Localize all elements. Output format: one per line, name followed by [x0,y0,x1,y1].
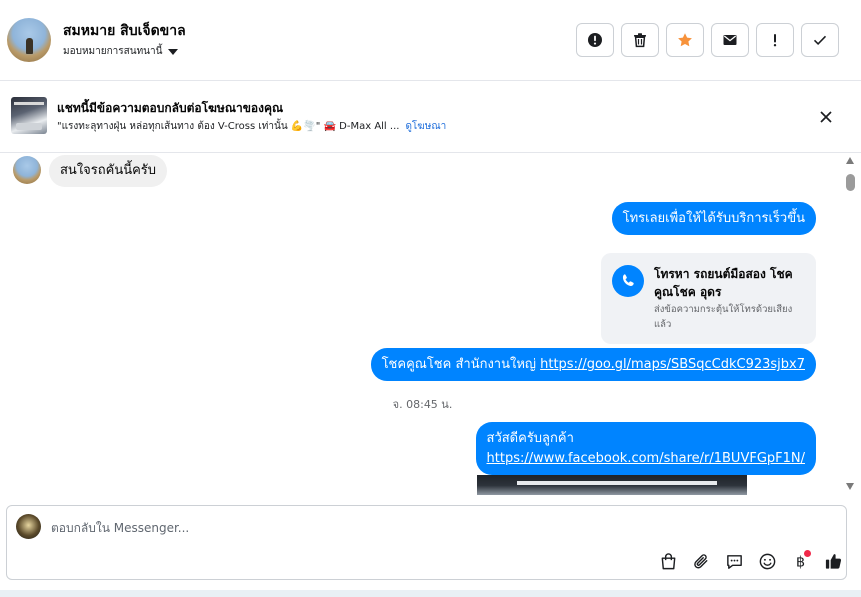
thread-scrollbar[interactable] [845,153,856,495]
incoming-message[interactable]: สนใจรถคันนี้ครับ [49,155,168,187]
greeting-text: สวัสดีครับลูกค้า [486,431,574,446]
call-card-title: โทรหา รถยนต์มือสอง โชคคูณโชค อุดร [654,267,793,299]
conversation-panel: สมหมาย สิบเจ็ดขาล มอบหมายการสนทนานี้ แชท… [0,0,861,597]
header-actions [576,23,839,57]
mark-done-button[interactable] [801,23,839,57]
mark-unread-button[interactable] [711,23,749,57]
payment-button[interactable]: ฿ [788,549,813,573]
star-button[interactable] [666,23,704,57]
delete-button[interactable] [621,23,659,57]
saved-replies-button[interactable] [722,549,747,573]
outgoing-message[interactable]: โทรเลยเพื่อให้ได้รับบริการเร็วขึ้น [611,202,816,235]
close-banner-button[interactable] [815,106,837,128]
shopping-bag-icon [661,552,676,569]
outgoing-message-location[interactable]: โชคคูณโชค สำนักงานใหญ่ https://goo.gl/ma… [370,348,816,381]
message-thread[interactable]: สนใจรถคันนี้ครับ โทรเลยเพื่อให้ได้รับบริ… [0,153,845,495]
scrollbar-thumb[interactable] [846,174,855,191]
exclamation-icon [773,34,777,47]
paperclip-icon [694,553,708,568]
message-timestamp: จ. 08:45 น. [392,398,453,411]
ad-snippet-row: "แรงทะลุทางฝุ่น หล่อทุกเส้นทาง ต้อง V-Cr… [57,119,446,134]
image-attachment[interactable] [477,475,747,495]
contact-name[interactable]: สมหมาย สิบเจ็ดขาล [63,20,186,42]
reply-composer: ฿ [6,505,847,580]
bottom-edge [0,590,861,597]
caret-down-icon [168,48,179,55]
composer-tools: ฿ [656,549,846,573]
report-spam-button[interactable] [576,23,614,57]
ad-thumbnail[interactable] [11,97,47,134]
ad-banner-title: แชทนี้มีข้อความตอบกลับต่อโฆษณาของคุณ [57,101,284,115]
like-button[interactable] [821,549,846,573]
view-ad-link[interactable]: ดูโฆษณา [405,121,446,132]
contact-avatar-small[interactable] [13,156,41,184]
trash-icon [634,33,646,48]
smiley-icon [759,553,776,569]
contact-avatar[interactable] [7,18,51,62]
location-text: โชคคูณโชค สำนักงานใหญ่ [381,357,541,372]
follow-up-button[interactable] [756,23,794,57]
outgoing-message-greeting[interactable]: สวัสดีครับลูกค้า https://www.facebook.co… [475,422,816,475]
close-icon [820,111,832,123]
emoji-button[interactable] [755,549,780,573]
call-card-description: ส่งข้อความกระตุ้นให้โทรด้วยเสียงแล้ว [654,304,793,330]
thumbs-up-icon [825,553,842,569]
star-icon [678,33,692,47]
alert-circle-icon [588,33,602,47]
maps-link[interactable]: https://goo.gl/maps/SBSqcCdkC923sjbx7 [540,357,805,372]
ad-reply-banner: แชทนี้มีข้อความตอบกลับต่อโฆษณาของคุณ "แร… [0,81,861,153]
reply-input[interactable] [51,518,751,538]
envelope-icon [723,35,737,45]
attach-button[interactable] [689,549,714,573]
scroll-up-arrow-icon[interactable] [846,157,854,164]
scroll-down-arrow-icon[interactable] [846,483,854,490]
phone-icon [612,265,644,297]
ad-snippet: "แรงทะลุทางฝุ่น หล่อทุกเส้นทาง ต้อง V-Cr… [57,121,400,132]
facebook-share-link[interactable]: https://www.facebook.com/share/r/1BUVFGp… [487,449,805,469]
assign-label: มอบหมายการสนทนานี้ [63,46,163,57]
checkmark-icon [813,35,827,46]
conversation-header: สมหมาย สิบเจ็ดขาล มอบหมายการสนทนานี้ [0,0,861,81]
assign-conversation-dropdown[interactable]: มอบหมายการสนทนานี้ [63,44,179,59]
chat-bubble-icon [727,554,742,569]
notification-dot [804,550,811,557]
call-request-card[interactable]: โทรหา รถยนต์มือสอง โชคคูณโชค อุดร ส่งข้อ… [601,253,816,344]
svg-text:฿: ฿ [796,554,805,570]
shopping-bag-button[interactable] [656,549,681,573]
page-avatar [16,514,41,539]
